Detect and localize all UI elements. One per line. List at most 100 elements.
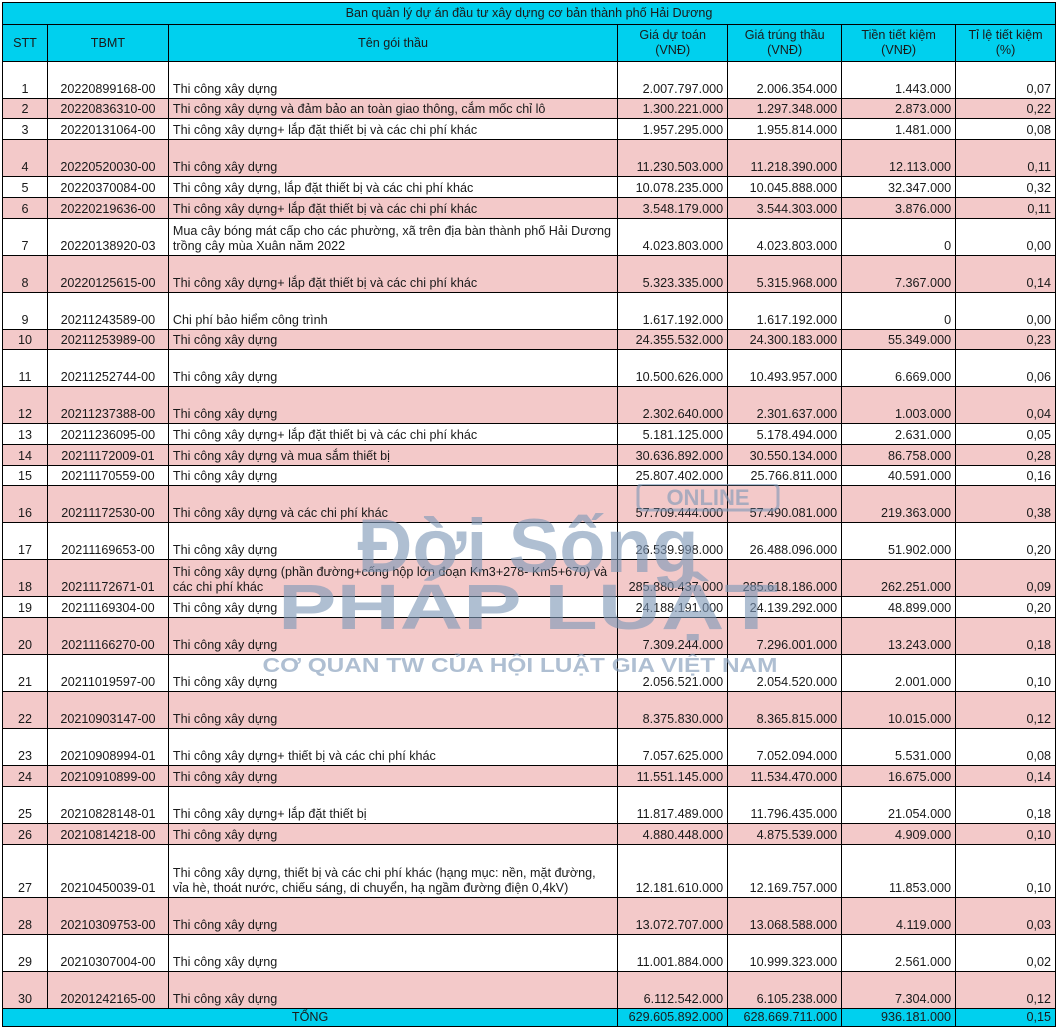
row-tbmt: 20211237388-00 [46, 386, 169, 424]
row-package-name: Thi công xây dựng (phần đường+cống hộp l… [167, 559, 619, 597]
row-estimate: 24.355.532.000 [617, 329, 729, 350]
row-award-price: 24.139.292.000 [727, 596, 843, 618]
row-saving: 3.876.000 [841, 197, 957, 219]
total-estimate: 629.605.892.000 [617, 1008, 729, 1027]
row-saving-rate: 0,18 [955, 786, 1056, 824]
row-tbmt: 20210307004-00 [46, 934, 169, 972]
row-package-name: Thi công xây dựng [167, 139, 619, 177]
total-saving: 936.181.000 [841, 1008, 957, 1027]
row-tbmt: 20220899168-00 [46, 61, 169, 99]
row-package-name: Thi công xây dựng [167, 596, 619, 618]
row-saving: 4.909.000 [841, 823, 957, 845]
row-saving: 16.675.000 [841, 765, 957, 787]
row-estimate: 2.007.797.000 [617, 61, 729, 99]
row-estimate: 57.709.444.000 [617, 485, 729, 523]
row-estimate: 26.539.998.000 [617, 522, 729, 560]
row-saving: 5.531.000 [841, 728, 957, 766]
row-tbmt: 20211019597-00 [46, 654, 169, 692]
row-saving: 219.363.000 [841, 485, 957, 523]
table-row: 7 20220138920-03 Mua cây bóng mát cấp cho … [2, 218, 1056, 256]
table-row: 16 20211172530-00 Thi công xây dựng và các… [2, 485, 1056, 523]
row-number: 1 [2, 61, 48, 99]
row-number: 25 [2, 786, 48, 824]
bid-results-table: Ban quản lý dự án đầu tư xây dựng cơ bản… [1, 2, 1056, 1027]
row-saving: 11.853.000 [841, 844, 957, 898]
row-tbmt: 20210908994-01 [46, 728, 169, 766]
table-row: 3 20220131064-00 Thi công xây dựng+ lắp đặ… [2, 118, 1056, 140]
table-row: 21 20211019597-00 Thi công xây dựng 2.056.5… [2, 654, 1056, 692]
row-estimate: 25.807.402.000 [617, 465, 729, 486]
row-tbmt: 20210309753-00 [46, 897, 169, 935]
row-package-name: Thi công xây dựng và các chi phí khác [167, 485, 619, 523]
row-saving-rate: 0,00 [955, 218, 1056, 256]
table-row: 29 20210307004-00 Thi công xây dựng 11.001.… [2, 934, 1056, 972]
row-tbmt: 20211236095-00 [46, 423, 169, 445]
row-package-name: Thi công xây dựng [167, 329, 619, 350]
row-estimate: 12.181.610.000 [617, 844, 729, 898]
row-tbmt: 20211243589-00 [46, 292, 169, 330]
total-saving-rate: 0,15 [955, 1008, 1056, 1027]
table-row: 15 20211170559-00 Thi công xây dựng 25.807.… [2, 465, 1056, 486]
row-award-price: 12.169.757.000 [727, 844, 843, 898]
row-saving: 1.481.000 [841, 118, 957, 140]
table-row: 20 20211166270-00 Thi công xây dựng 7.309.2… [2, 617, 1056, 655]
row-saving-rate: 0,10 [955, 844, 1056, 898]
row-tbmt: 20211172671-01 [46, 559, 169, 597]
row-estimate: 2.302.640.000 [617, 386, 729, 424]
row-number: 23 [2, 728, 48, 766]
row-saving-rate: 0,11 [955, 139, 1056, 177]
row-saving-rate: 0,16 [955, 465, 1056, 486]
row-saving-rate: 0,11 [955, 197, 1056, 219]
row-number: 28 [2, 897, 48, 935]
row-package-name: Thi công xây dựng và mua sắm thiết bị [167, 444, 619, 466]
header-saving: Tiền tiết kiệm (VNĐ) [841, 24, 957, 62]
row-tbmt: 20210910899-00 [46, 765, 169, 787]
row-tbmt: 20211169304-00 [46, 596, 169, 618]
row-number: 16 [2, 485, 48, 523]
row-saving-rate: 0,08 [955, 728, 1056, 766]
row-saving-rate: 0,28 [955, 444, 1056, 466]
row-number: 9 [2, 292, 48, 330]
row-package-name: Thi công xây dựng+ lắp đặt thiết bị và c… [167, 255, 619, 293]
row-number: 4 [2, 139, 48, 177]
row-estimate: 11.001.884.000 [617, 934, 729, 972]
row-saving-rate: 0,00 [955, 292, 1056, 330]
header-saving-rate: Tỉ lệ tiết kiệm (%) [955, 24, 1056, 62]
table-row: 28 20210309753-00 Thi công xây dựng 13.072.… [2, 897, 1056, 935]
row-saving-rate: 0,07 [955, 61, 1056, 99]
table-row: 13 20211236095-00 Thi công xây dựng+ lắp đ… [2, 423, 1056, 445]
row-saving: 10.015.000 [841, 691, 957, 729]
row-tbmt: 20201242165-00 [46, 971, 169, 1009]
row-saving-rate: 0,10 [955, 823, 1056, 845]
row-estimate: 7.057.625.000 [617, 728, 729, 766]
row-number: 13 [2, 423, 48, 445]
row-package-name: Thi công xây dựng [167, 617, 619, 655]
row-award-price: 5.315.968.000 [727, 255, 843, 293]
total-award-price: 628.669.711.000 [727, 1008, 843, 1027]
table-row: 23 20210908994-01 Thi công xây dựng+ thiết… [2, 728, 1056, 766]
table-row: 17 20211169653-00 Thi công xây dựng 26.539.… [2, 522, 1056, 560]
header-award-price: Giá trúng thầu (VNĐ) [727, 24, 843, 62]
row-saving: 13.243.000 [841, 617, 957, 655]
row-award-price: 11.534.470.000 [727, 765, 843, 787]
table-row: 27 20210450039-01 Thi công xây dựng, thiết… [2, 844, 1056, 898]
row-package-name: Thi công xây dựng và đảm bảo an toàn gia… [167, 98, 619, 119]
row-number: 8 [2, 255, 48, 293]
row-estimate: 10.500.626.000 [617, 349, 729, 387]
row-saving: 12.113.000 [841, 139, 957, 177]
header-stt: STT [2, 24, 48, 62]
row-tbmt: 20220138920-03 [46, 218, 169, 256]
row-number: 3 [2, 118, 48, 140]
row-package-name: Thi công xây dựng [167, 691, 619, 729]
row-number: 10 [2, 329, 48, 350]
row-estimate: 2.056.521.000 [617, 654, 729, 692]
row-package-name: Thi công xây dựng [167, 386, 619, 424]
row-tbmt: 20220520030-00 [46, 139, 169, 177]
row-award-price: 2.054.520.000 [727, 654, 843, 692]
row-saving-rate: 0,20 [955, 522, 1056, 560]
table-row: 25 20210828148-01 Thi công xây dựng+ lắp đ… [2, 786, 1056, 824]
row-number: 14 [2, 444, 48, 466]
row-saving-rate: 0,08 [955, 118, 1056, 140]
row-number: 7 [2, 218, 48, 256]
row-saving-rate: 0,10 [955, 654, 1056, 692]
